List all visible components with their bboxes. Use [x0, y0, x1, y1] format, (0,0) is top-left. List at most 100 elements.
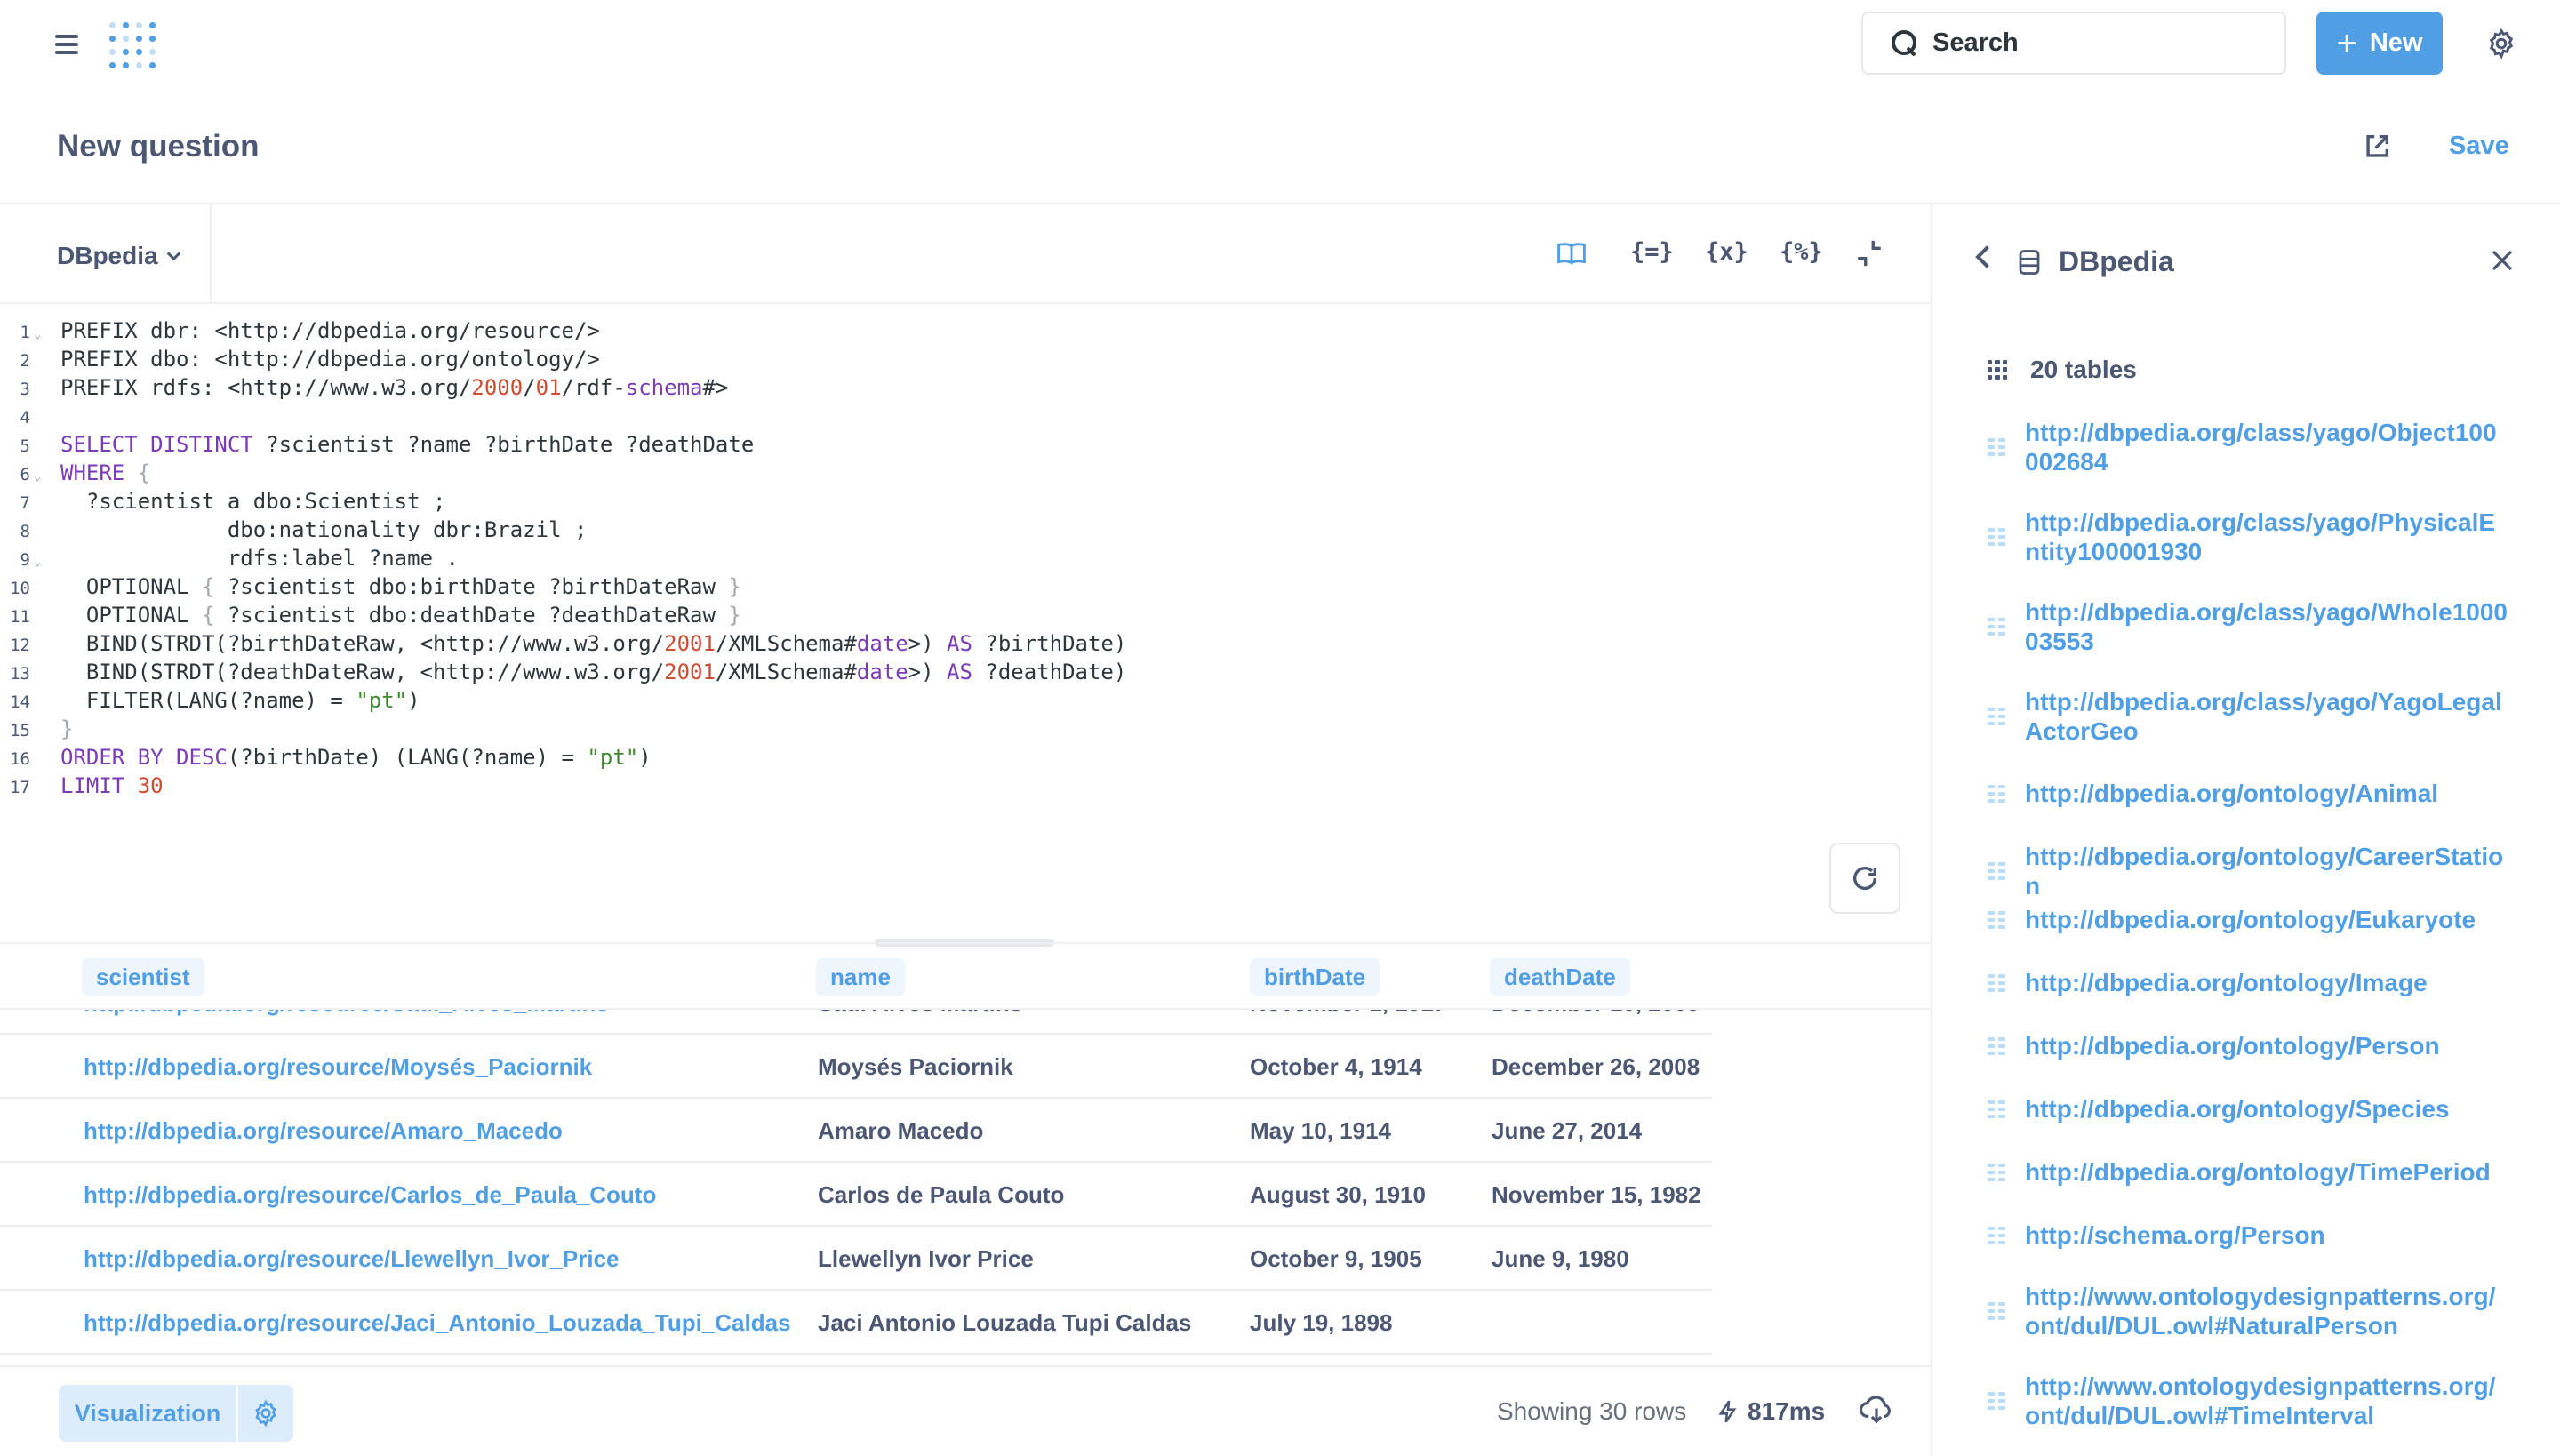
new-button[interactable]: + New	[2316, 12, 2443, 75]
cell-name: Saul Alves Martins	[818, 1010, 1022, 1035]
settings-gear-icon[interactable]	[2485, 28, 2517, 60]
table-icon	[1988, 708, 2005, 725]
line-number: 10	[10, 579, 30, 598]
cell-scientist-link[interactable]: http://dbpedia.org/resource/Moysés_Pacio…	[84, 1035, 592, 1099]
sidebar-table-item[interactable]: http://www.ontologydesignpatterns.org/on…	[1988, 1282, 2521, 1340]
code-token: rdfs:label ?name .	[60, 546, 459, 571]
gear-icon	[255, 1399, 276, 1428]
code-token: PREFIX dbr: <http://dbpedia.org/resource…	[60, 318, 600, 343]
sidebar-table-name: http://dbpedia.org/ontology/CareerStatio…	[2025, 843, 2504, 900]
code-line: 12 BIND(STRDT(?birthDateRaw, <http://www…	[0, 629, 1244, 658]
code-line: 9 ⌄ rdfs:label ?name .	[0, 544, 1244, 572]
line-number: 7	[20, 493, 30, 513]
sidebar-table-item[interactable]: http://dbpedia.org/ontology/CareerStatio…	[1988, 842, 2521, 900]
code-token: ?deathDate)	[972, 660, 1127, 684]
sidebar-table-item[interactable]: http://dbpedia.org/ontology/Eukaryote	[1988, 905, 2521, 934]
table-icon	[1988, 784, 2005, 803]
save-button[interactable]: Save	[2449, 132, 2509, 161]
preview-query-icon[interactable]: {%}	[1780, 238, 1823, 270]
column-header-birthdate[interactable]: birthDate	[1250, 958, 1380, 996]
cell-deathdate: June 27, 2014	[1492, 1117, 1643, 1144]
table-icon	[1988, 862, 2005, 880]
code-line: 14 FILTER(LANG(?name) = "pt")	[0, 686, 1244, 715]
cell-scientist-link[interactable]: http://dbpedia.org/resource/Amaro_Macedo	[84, 1099, 563, 1163]
cell-birthdate: November 1, 1917	[1250, 1010, 1446, 1035]
header-divider	[0, 203, 2560, 204]
line-number: 4	[20, 408, 30, 428]
sidebar-table-name: http://www.ontologydesignpatterns.org/on…	[2025, 1283, 2496, 1340]
code-line: 5 SELECT DISTINCT ?scientist ?name ?birth…	[0, 430, 1244, 459]
code-line: 13 BIND(STRDT(?deathDateRaw, <http://www…	[0, 658, 1244, 686]
column-header-deathdate[interactable]: deathDate	[1490, 958, 1630, 996]
sidebar-table-item[interactable]: http://www.ontologydesignpatterns.org/on…	[1988, 1372, 2521, 1430]
search-bar[interactable]: Search	[1861, 12, 2286, 75]
code-token: ?scientist a dbo:Scientist ;	[60, 489, 446, 514]
snippets-icon[interactable]: {=}	[1630, 238, 1674, 270]
footer-divider	[0, 1365, 1931, 1367]
sidebar-table-item[interactable]: http://dbpedia.org/class/yago/YagoLegalA…	[1988, 687, 2521, 746]
data-reference-book-icon[interactable]	[1556, 240, 1588, 267]
table-row: http://dbpedia.org/resource/Llewellyn_Iv…	[0, 1227, 1712, 1291]
sidebar-table-item[interactable]: http://dbpedia.org/ontology/Image	[1988, 968, 2521, 997]
table-row: http://dbpedia.org/resource/Carlos_de_Pa…	[0, 1163, 1712, 1227]
results-divider	[0, 942, 1931, 944]
cell-scientist-link[interactable]: http://dbpedia.org/resource/Saul_Alves_M…	[84, 1010, 609, 1035]
cell-scientist-link[interactable]: http://dbpedia.org/resource/Llewellyn_Iv…	[84, 1227, 620, 1291]
database-icon	[2019, 250, 2040, 275]
line-number: 12	[10, 636, 30, 655]
cell-deathdate: December 26, 2008	[1492, 1053, 1700, 1080]
code-token: AS	[947, 660, 972, 684]
code-line: 2 PREFIX dbo: <http://dbpedia.org/ontolog…	[0, 345, 1244, 373]
code-token: SELECT DISTINCT	[60, 432, 253, 457]
code-line: 11 OPTIONAL { ?scientist dbo:deathDate ?…	[0, 601, 1244, 629]
sidebar-table-item[interactable]: http://dbpedia.org/ontology/TimePeriod	[1988, 1157, 2521, 1187]
sidebar-table-name: http://schema.org/Person	[2025, 1221, 2325, 1249]
database-picker[interactable]: DBpedia	[57, 242, 180, 270]
cell-deathdate: December 10, 2009	[1492, 1010, 1700, 1035]
open-in-new-icon[interactable]	[2362, 132, 2392, 162]
sidebar-table-item[interactable]: http://dbpedia.org/ontology/Species	[1988, 1094, 2521, 1124]
cell-scientist-link[interactable]: http://dbpedia.org/resource/Carlos_de_Pa…	[84, 1163, 656, 1227]
table-icon	[1988, 1036, 2005, 1055]
visualization-settings-button[interactable]	[238, 1385, 293, 1442]
table-icon	[1988, 1100, 2005, 1118]
sparql-code-editor[interactable]: 1 ⌄ PREFIX dbr: <http://dbpedia.org/resour…	[0, 316, 1244, 800]
table-grid-icon	[1988, 360, 2007, 380]
code-token: AS	[947, 631, 972, 656]
collapse-editor-icon[interactable]	[1854, 238, 1884, 268]
metabase-logo-icon[interactable]	[107, 20, 158, 71]
editor-divider	[0, 302, 1931, 304]
code-line: 17 LIMIT 30	[0, 772, 1244, 800]
close-icon[interactable]	[2489, 247, 2516, 274]
sidebar-table-name: http://dbpedia.org/ontology/TimePeriod	[2025, 1158, 2491, 1186]
sidebar-table-name: http://dbpedia.org/ontology/Eukaryote	[2025, 906, 2476, 933]
code-token: }	[60, 716, 74, 741]
sidebar-table-item[interactable]: http://schema.org/Person	[1988, 1220, 2521, 1250]
table-icon	[1988, 1302, 2005, 1320]
sidebar-table-item[interactable]: http://dbpedia.org/ontology/Person	[1988, 1031, 2521, 1060]
code-line: 15}	[0, 715, 1244, 743]
code-token: ?birthDate)	[972, 631, 1127, 656]
menu-icon[interactable]	[55, 32, 82, 55]
cell-scientist-link[interactable]: http://dbpedia.org/resource/Jaci_Antonio…	[84, 1291, 791, 1355]
sidebar-table-item[interactable]: http://dbpedia.org/class/yago/PhysicalEn…	[1988, 508, 2521, 566]
code-token: /	[523, 375, 536, 400]
toolbar-divider	[210, 204, 212, 304]
visualization-button[interactable]: Visualization	[59, 1385, 236, 1442]
column-header-name[interactable]: name	[816, 958, 905, 996]
sidebar-table-item[interactable]: http://dbpedia.org/ontology/Animal	[1988, 779, 2521, 808]
line-number: 5	[20, 436, 30, 456]
line-number: 14	[10, 692, 30, 712]
variables-icon[interactable]: {x}	[1705, 238, 1748, 270]
run-query-button[interactable]	[1829, 843, 1900, 914]
download-icon[interactable]	[1860, 1394, 1893, 1426]
code-token: /rdf-	[561, 375, 626, 400]
code-token: )	[407, 688, 420, 713]
sidebar-table-item[interactable]: http://dbpedia.org/class/yago/Object1000…	[1988, 418, 2521, 476]
code-token: /XMLSchema#	[715, 660, 857, 684]
back-chevron-icon[interactable]	[1975, 245, 1998, 268]
column-header-scientist[interactable]: scientist	[82, 958, 204, 996]
sidebar-table-item[interactable]: http://dbpedia.org/class/yago/Whole10000…	[1988, 597, 2521, 656]
cell-birthdate: August 30, 1910	[1250, 1181, 1426, 1208]
